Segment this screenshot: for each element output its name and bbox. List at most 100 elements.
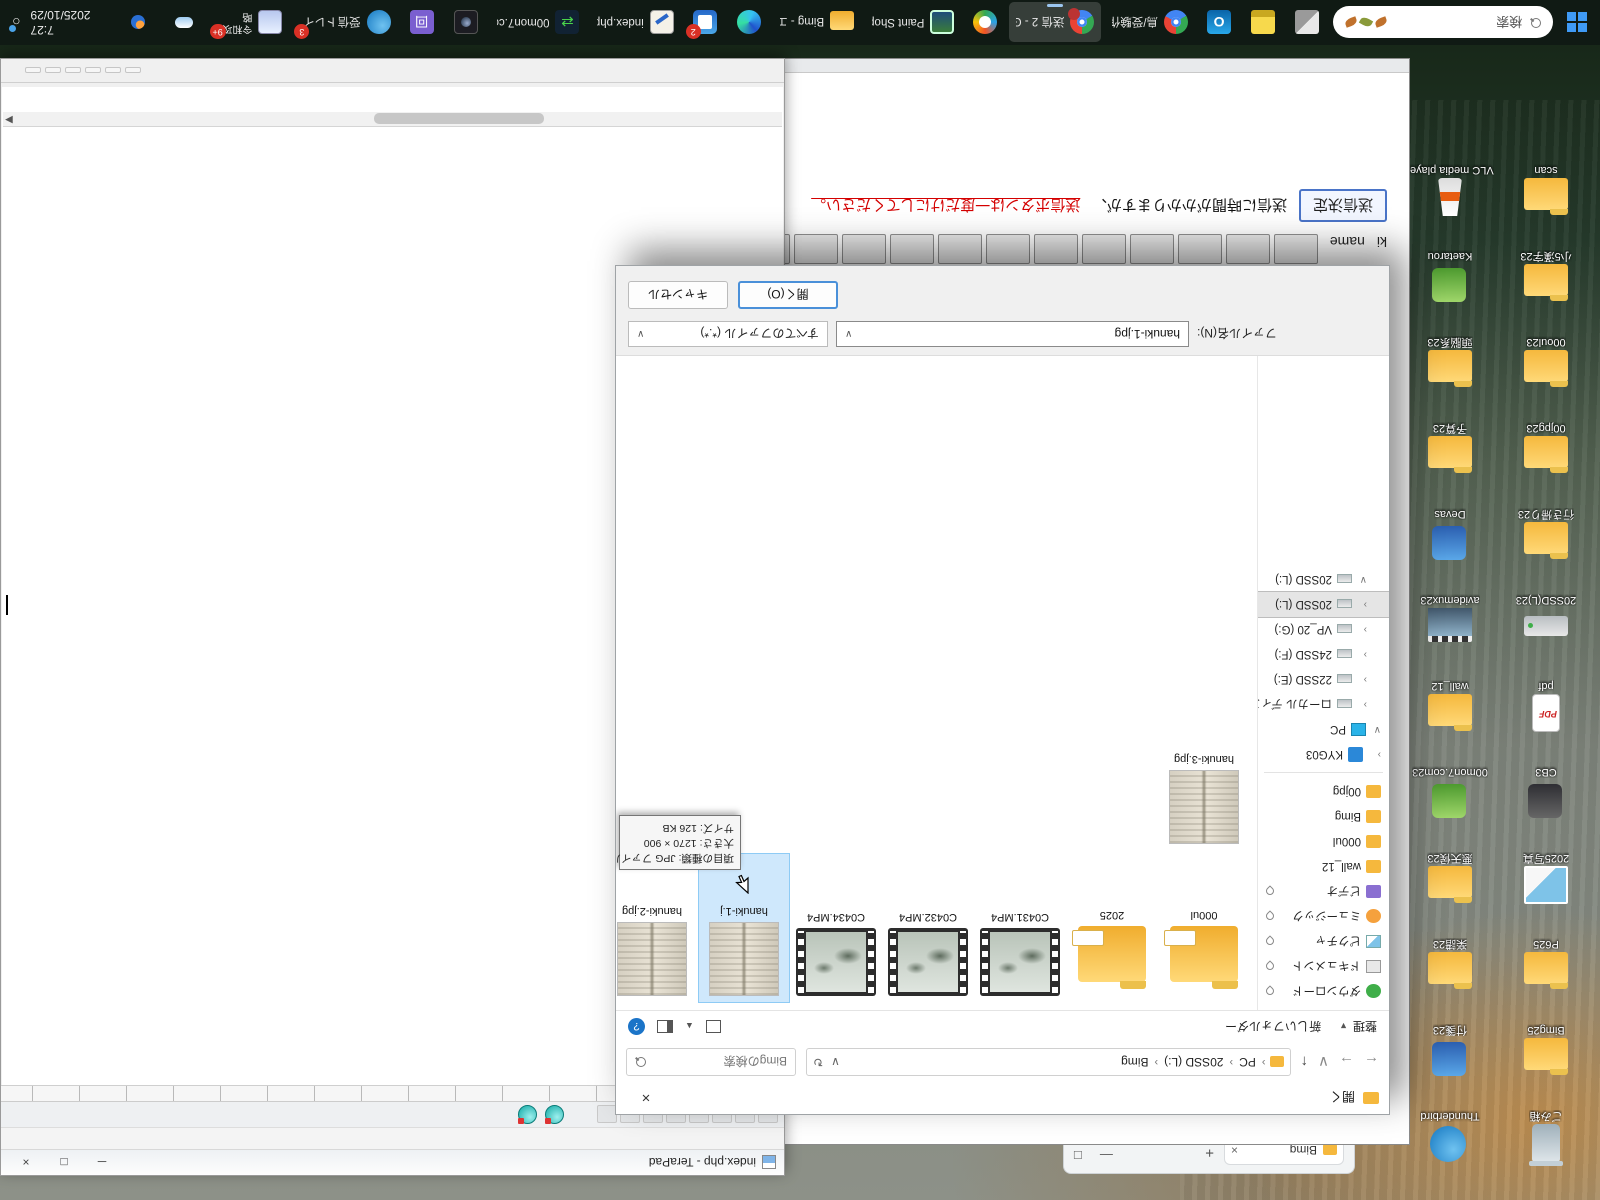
form-cell[interactable] xyxy=(985,234,1030,264)
desktop-icon[interactable]: 00jpg23 xyxy=(1500,397,1592,474)
form-cell[interactable] xyxy=(937,234,982,264)
close-icon[interactable]: × xyxy=(9,1153,43,1173)
tree-item[interactable]: › 24SSD (F:) xyxy=(1258,642,1389,667)
submit-button[interactable]: 送信決定 xyxy=(1298,189,1387,222)
tree-chevron-icon[interactable]: › xyxy=(1357,624,1367,635)
tray-icon[interactable] xyxy=(175,17,193,28)
menu-item[interactable] xyxy=(640,1137,658,1141)
form-cell[interactable] xyxy=(1273,234,1318,264)
taskbar-app-button[interactable]: 00mon7.co xyxy=(490,3,587,43)
desktop-icon[interactable]: scan xyxy=(1500,139,1592,216)
minimize-icon[interactable]: ─ xyxy=(85,1153,119,1173)
start-button[interactable] xyxy=(1559,3,1594,43)
file-item[interactable]: C0432.MP4 xyxy=(883,854,973,1002)
taskbar-app-button[interactable] xyxy=(1287,3,1327,43)
replace-tool-icon[interactable] xyxy=(518,1105,537,1124)
preview-pane-icon[interactable] xyxy=(657,1020,673,1033)
tree-chevron-icon[interactable]: ∨ xyxy=(1357,574,1367,585)
menu-item[interactable] xyxy=(720,1137,738,1141)
horizontal-scrollbar[interactable]: ▶ xyxy=(3,112,782,127)
chevron-down-icon[interactable]: ∨ xyxy=(845,329,852,340)
tree-item[interactable]: ∨ PC xyxy=(1258,717,1389,742)
filetype-select[interactable]: すべてのファイル (*.*) ∨ xyxy=(628,321,828,347)
organize-button[interactable]: 整理 ▼ xyxy=(1339,1018,1377,1035)
taskbar-clock[interactable]: 7:27 2025/10/29 xyxy=(30,8,90,38)
up-icon[interactable]: ↑ xyxy=(1301,1054,1309,1071)
taskbar-app-button[interactable]: 送信 2 - G xyxy=(1009,2,1102,43)
new-tab-button[interactable]: + xyxy=(1205,1144,1214,1161)
forward-icon[interactable]: → xyxy=(1339,1054,1354,1071)
address-dropdown-icon[interactable]: ∨ xyxy=(831,1055,840,1069)
tray-icon[interactable] xyxy=(131,16,145,30)
form-cell[interactable] xyxy=(1177,234,1222,264)
taskbar-app-button[interactable]: 鳥/受験作 xyxy=(1105,3,1195,43)
desktop-icon[interactable]: pdf xyxy=(1500,655,1592,732)
tree-item[interactable]: › 22SSD (E:) xyxy=(1258,667,1389,692)
menu-item[interactable] xyxy=(740,1137,758,1141)
taskbar-app-button[interactable]: Paint Shop xyxy=(865,3,961,43)
desktop-icon[interactable]: 悪天候23 xyxy=(1404,827,1496,904)
help-icon[interactable]: ? xyxy=(628,1018,645,1035)
tree-item[interactable]: 00jpg xyxy=(1258,779,1389,804)
tree-item[interactable]: ビデオ xyxy=(1258,879,1389,904)
address-bar[interactable]: › PC › 20SSD (L:) › Bimg ∨ ↻ xyxy=(806,1048,1291,1076)
view-dropdown-icon[interactable]: ▲ xyxy=(685,1022,694,1032)
tree-item[interactable]: ダウンロード xyxy=(1258,979,1389,1004)
desktop-icon[interactable]: 予算23 xyxy=(1404,397,1496,474)
back-icon[interactable]: ← xyxy=(1364,1054,1379,1071)
dialog-titlebar[interactable]: 開く × xyxy=(616,1082,1389,1114)
tree-item[interactable]: ドキュメント xyxy=(1258,954,1389,979)
notification-bell-icon[interactable]: ○ xyxy=(12,15,20,31)
taskbar-app-button[interactable] xyxy=(446,3,486,43)
toolbar-button[interactable] xyxy=(597,1105,617,1124)
file-item[interactable]: hanuki-2.jpg xyxy=(616,854,697,1002)
taskbar-app-button[interactable]: 2 xyxy=(685,3,725,43)
maximize-icon[interactable]: □ xyxy=(47,1153,81,1173)
desktop-icon[interactable]: wall_12 xyxy=(1404,655,1496,732)
menu-item[interactable] xyxy=(700,1137,718,1141)
file-item[interactable]: 2025 xyxy=(1067,854,1157,1002)
desktop-icon[interactable]: P625 xyxy=(1500,913,1592,990)
history-chevron-icon[interactable]: ∨ xyxy=(1318,1053,1329,1071)
desktop-icon[interactable]: VLC media player xyxy=(1404,139,1496,216)
breadcrumb-drive[interactable]: 20SSD (L:) xyxy=(1162,1055,1225,1069)
file-item[interactable]: C0434.MP4 xyxy=(791,854,881,1002)
desktop-icon[interactable]: 00oul23 xyxy=(1500,311,1592,388)
desktop-icon[interactable]: Devas xyxy=(1404,483,1496,560)
view-mode-icon[interactable] xyxy=(705,1020,721,1033)
search-tool-icon[interactable] xyxy=(545,1105,564,1124)
form-cell[interactable] xyxy=(1129,234,1174,264)
desktop-icon[interactable]: avidemux23 xyxy=(1404,569,1496,646)
tree-chevron-icon[interactable]: › xyxy=(1357,649,1367,660)
desktop-icon[interactable]: 20SSD(L)23 xyxy=(1500,569,1592,646)
form-cell[interactable] xyxy=(889,234,934,264)
desktop-icon[interactable]: Bimg25 xyxy=(1500,999,1592,1076)
desktop-icon[interactable]: Kaetarou xyxy=(1404,225,1496,302)
desktop-icon[interactable]: 00mon7.com23 xyxy=(1404,741,1496,818)
menu-item[interactable] xyxy=(760,1137,778,1141)
tree-item[interactable] xyxy=(1258,767,1389,779)
taskbar-app-button[interactable]: 受信トレイ - 3 xyxy=(293,3,397,43)
form-cell[interactable] xyxy=(793,234,838,264)
desktop-icon[interactable]: CB3 xyxy=(1500,741,1592,818)
tree-chevron-icon[interactable]: › xyxy=(1357,674,1367,685)
tree-item[interactable]: wall_12 xyxy=(1258,854,1389,879)
file-item[interactable]: 000ul xyxy=(1159,854,1249,1002)
menu-item[interactable] xyxy=(680,1137,698,1141)
desktop-icon[interactable]: 行き帰り23 xyxy=(1500,483,1592,560)
form-cell[interactable] xyxy=(841,234,886,264)
desktop-icon[interactable]: 2025写真 xyxy=(1500,827,1592,904)
close-icon[interactable]: × xyxy=(626,1090,666,1107)
tree-item[interactable]: › 20SSD (L:) xyxy=(1257,591,1389,618)
tree-chevron-icon[interactable]: ∨ xyxy=(1371,724,1381,735)
tab-close-icon[interactable]: × xyxy=(1231,1143,1238,1157)
desktop-icon[interactable]: Thunderbird xyxy=(1404,1085,1496,1162)
tree-chevron-icon[interactable]: › xyxy=(1357,699,1367,710)
scrollbar-thumb[interactable] xyxy=(374,113,544,124)
taskbar-app-button[interactable] xyxy=(402,3,442,43)
tree-item[interactable]: ピクチャ xyxy=(1258,929,1389,954)
maximize-icon[interactable]: □ xyxy=(1074,1148,1082,1163)
taskbar-app-button[interactable] xyxy=(729,3,769,43)
minimize-icon[interactable]: — xyxy=(1100,1148,1113,1163)
form-cell[interactable] xyxy=(1225,234,1270,264)
